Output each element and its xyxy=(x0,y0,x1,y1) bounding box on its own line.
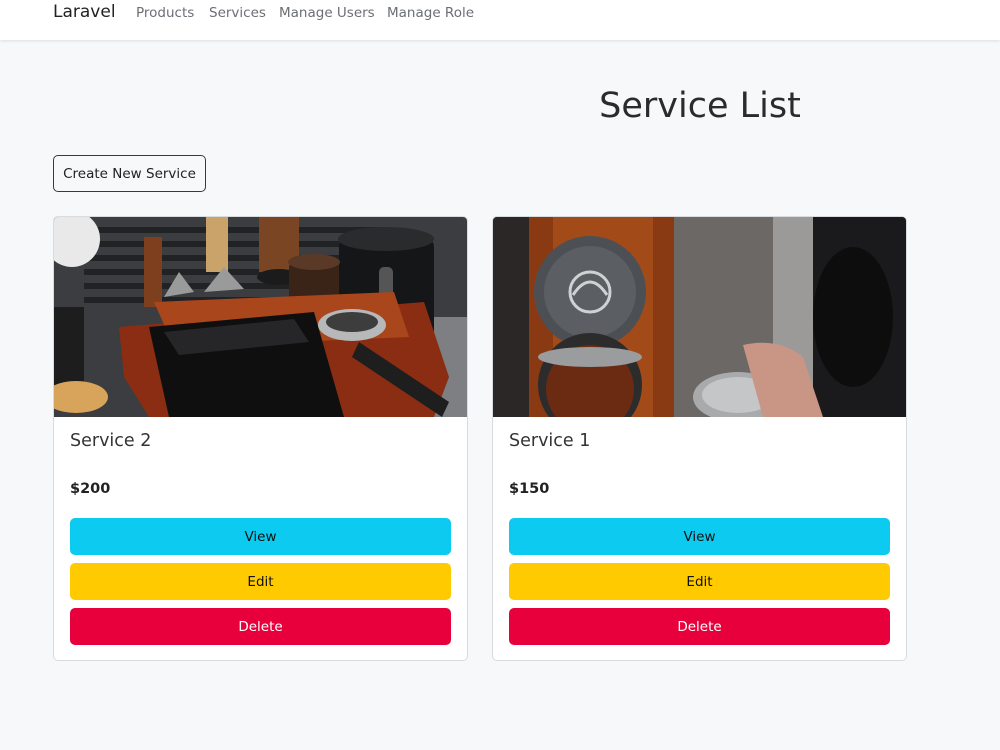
service-title: Service 1 xyxy=(509,431,591,451)
nav-link-manage-role[interactable]: Manage Role xyxy=(387,5,474,21)
brand-link[interactable]: Laravel xyxy=(53,2,116,22)
page-title: Service List xyxy=(599,86,801,126)
coffee-tamper-image xyxy=(493,217,906,417)
espresso-station-image xyxy=(54,217,467,417)
service-image xyxy=(54,217,467,417)
create-new-service-button[interactable]: Create New Service xyxy=(53,155,206,192)
nav-link-manage-users[interactable]: Manage Users xyxy=(279,5,375,21)
nav-link-services[interactable]: Services xyxy=(209,5,266,21)
delete-button[interactable]: Delete xyxy=(70,608,451,645)
service-title: Service 2 xyxy=(70,431,152,451)
service-card: Service 1 $150 View Edit Delete xyxy=(492,216,907,661)
top-navbar: Laravel Products Services Manage Users M… xyxy=(0,0,1000,40)
edit-button[interactable]: Edit xyxy=(509,563,890,600)
nav-link-products[interactable]: Products xyxy=(136,5,194,21)
service-price: $150 xyxy=(509,481,550,497)
service-image xyxy=(493,217,906,417)
view-button[interactable]: View xyxy=(70,518,451,555)
edit-button[interactable]: Edit xyxy=(70,563,451,600)
service-price: $200 xyxy=(70,481,111,497)
delete-button[interactable]: Delete xyxy=(509,608,890,645)
view-button[interactable]: View xyxy=(509,518,890,555)
service-card: Service 2 $200 View Edit Delete xyxy=(53,216,468,661)
